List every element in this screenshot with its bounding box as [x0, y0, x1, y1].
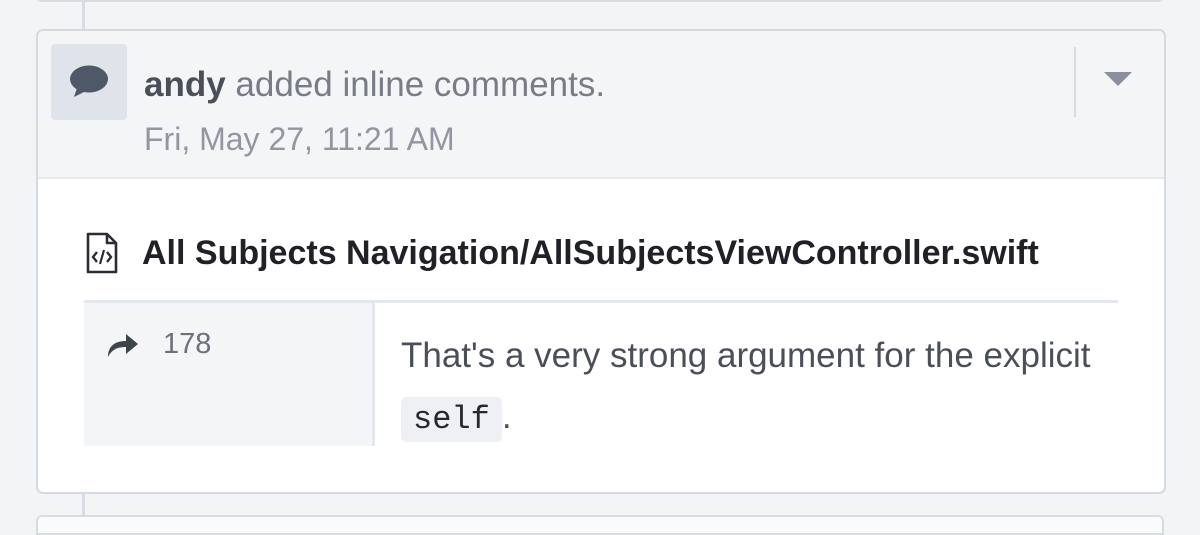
reply-arrow-icon: [108, 334, 138, 357]
line-number-link[interactable]: 178: [163, 325, 211, 363]
comment-text: That's a very strong argument for the ex…: [401, 336, 1091, 375]
inline-code: self: [401, 397, 502, 442]
next-event-card: [36, 515, 1164, 535]
event-timestamp[interactable]: Fri, May 27, 11:21 AM: [144, 119, 455, 159]
inline-comment-file-heading: All Subjects Navigation/AllSubjectsViewC…: [84, 231, 1039, 275]
line-reference-gutter: 178: [84, 303, 375, 446]
code-file-icon: [84, 231, 120, 275]
comment-text-end: .: [501, 397, 512, 436]
event-action-text: added inline comments.: [225, 65, 606, 104]
author-name[interactable]: andy: [144, 65, 226, 104]
timeline-event-card: andy added inline comments. Fri, May 27,…: [36, 29, 1166, 494]
file-path-link[interactable]: All Subjects Navigation/AllSubjectsViewC…: [142, 231, 1039, 275]
inline-comment-body: That's a very strong argument for the ex…: [401, 325, 1101, 450]
event-menu-button[interactable]: [1088, 51, 1148, 107]
timeline-line-top: [82, 0, 85, 30]
caret-down-icon: [1104, 72, 1132, 86]
event-title: andy added inline comments.: [144, 64, 605, 106]
inline-comment-table: 178 That's a very strong argument for th…: [84, 300, 1118, 446]
previous-event-card: [36, 0, 1164, 2]
event-header: andy added inline comments. Fri, May 27,…: [38, 31, 1164, 179]
comment-bubble-icon: [51, 44, 127, 120]
header-divider: [1074, 47, 1076, 117]
